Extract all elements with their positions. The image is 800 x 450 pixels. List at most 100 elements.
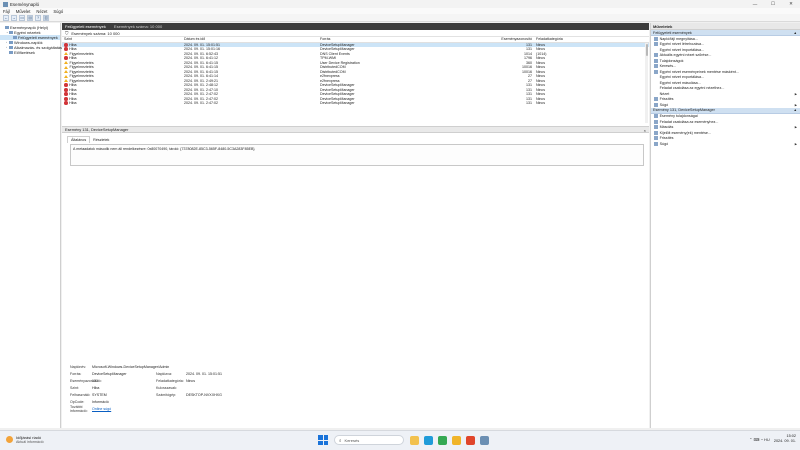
help-icon[interactable]: ? — [35, 14, 41, 21]
grid-scrollbar[interactable] — [645, 43, 648, 123]
eventviewer-icon[interactable] — [480, 435, 489, 445]
section-title: Esemény 131, DeviceSetupManager — [653, 108, 715, 112]
collapse-icon[interactable]: ▲ — [794, 108, 797, 112]
action-label: Esemény tulajdonságai — [659, 114, 698, 119]
value-log-name: Microsoft-Windows-DeviceSetupManager/Adm… — [92, 364, 170, 369]
warning-icon — [64, 52, 68, 56]
panel-icon[interactable]: ▥ — [43, 14, 49, 21]
filter-text: Események száma: 10 000 — [71, 30, 120, 36]
detail-header: Esemény 131, DeviceSetupManager × — [62, 127, 649, 133]
value-user: SYSTEM — [92, 392, 107, 397]
action-icon — [654, 125, 658, 130]
action-label: Keresés... — [659, 64, 677, 69]
event-grid: Szint Dátum és idő Forrás Eseményazonosí… — [62, 37, 649, 127]
navigation-tree: Eseménynapló (Helyi) ⌄ Egyéni nézetek Felüg… — [0, 23, 73, 428]
tab-details[interactable]: Részletek — [90, 137, 112, 143]
submenu-arrow-icon: ▶ — [794, 125, 797, 130]
value-opcode: Információ — [92, 399, 109, 404]
column-level[interactable]: Szint — [62, 37, 184, 42]
search-placeholder: Keresés — [344, 437, 360, 443]
label-level: Szint: — [70, 385, 79, 390]
column-event-id[interactable]: Eseményazonosító — [500, 37, 536, 42]
action-label: Frissítés — [659, 136, 674, 141]
actions-pane: Műveletek Felügyeleti események ▲ Napló/… — [650, 23, 800, 428]
label-computer: Számítógép: — [156, 392, 177, 397]
warning-icon — [64, 79, 68, 83]
brave-icon[interactable] — [466, 435, 475, 445]
table-row[interactable]: Hiba 2024. 09. 01. 2:47:02 DeviceSetupMana… — [62, 101, 649, 106]
online-help-link[interactable]: Online súgó — [92, 407, 111, 411]
collapse-icon[interactable]: ▲ — [794, 31, 797, 35]
tree-node[interactable]: Előfizetések — [0, 50, 60, 55]
tab-general[interactable]: Általános — [67, 136, 91, 143]
error-icon — [64, 87, 68, 92]
label-logged: Naplózva: — [156, 371, 172, 376]
close-icon[interactable]: × — [644, 128, 646, 133]
value-task-category: Nincs — [186, 378, 195, 383]
properties-icon[interactable]: ▤ — [27, 14, 33, 21]
event-count: Események száma: 10 000 — [113, 24, 163, 29]
submenu-arrow-icon: ▶ — [794, 91, 797, 96]
back-icon[interactable]: ← — [3, 14, 9, 21]
close-icon[interactable]: ✕ — [782, 0, 800, 8]
weather-widget[interactable]: Időjárási riadó Aktuál információ — [6, 435, 44, 444]
action-label: Egyéni nézet exportálása... — [659, 75, 705, 80]
label-more-info: További információ: — [70, 404, 88, 413]
error-icon — [64, 42, 68, 47]
minimize-icon[interactable]: — — [746, 0, 764, 8]
taskbar-search[interactable]: ⌕ Keresés — [334, 435, 404, 445]
forward-icon[interactable]: → — [11, 14, 17, 21]
action-icon — [654, 92, 658, 96]
warning-icon — [64, 70, 68, 74]
label-user: Felhasználó: — [70, 392, 91, 397]
cell-source: DeviceSetupManager — [320, 101, 355, 105]
filter-icon: ⛉ — [65, 30, 69, 36]
menu-file[interactable]: Fájl — [3, 9, 10, 14]
error-icon — [64, 56, 68, 61]
clock[interactable]: 15:02 2024. 09. 01. — [774, 434, 796, 444]
action-icon — [654, 48, 658, 52]
action-label: Tulajdonságok — [659, 58, 684, 63]
folder-icon — [5, 25, 9, 30]
column-date[interactable]: Dátum és idő — [184, 37, 320, 42]
menu-help[interactable]: Súgó — [53, 9, 63, 14]
action-item[interactable]: Súgó ▶ — [651, 141, 800, 147]
action-icon — [654, 114, 658, 119]
label-task-category: Feladatkategória: — [156, 378, 184, 383]
level-text: Hiba — [69, 101, 77, 105]
action-icon — [654, 119, 658, 124]
folder-icon[interactable]: ▭ — [19, 14, 25, 21]
column-category[interactable]: Feladatkategória — [536, 37, 626, 42]
folder-icon[interactable] — [452, 435, 461, 445]
action-label: Egyéni nézet másolása... — [659, 80, 701, 85]
action-icon — [654, 42, 658, 47]
edge-icon[interactable] — [424, 435, 433, 445]
action-label: Egyéni nézet létrehozása... — [659, 42, 705, 47]
explorer-icon[interactable] — [410, 435, 419, 445]
menu-action[interactable]: Művelet — [16, 9, 31, 14]
error-icon — [64, 47, 68, 52]
cell-date: 2024. 09. 01. 2:47:02 — [184, 101, 218, 105]
scrollbar-thumb[interactable] — [645, 44, 648, 56]
folder-icon — [9, 50, 13, 55]
column-source[interactable]: Forrás — [320, 37, 500, 42]
event-message: A metaadatok második nem áll rendelkezés… — [70, 144, 644, 166]
maximize-icon[interactable]: ☐ — [764, 0, 782, 8]
start-icon[interactable] — [318, 435, 328, 445]
action-icon — [654, 97, 658, 102]
action-icon — [654, 58, 658, 63]
tray-icons[interactable]: ⌃ ⌨ ◔ HU — [749, 437, 770, 442]
menu-view[interactable]: Nézet — [36, 9, 47, 14]
chrome-icon[interactable] — [438, 435, 447, 445]
label-opcode: OpCode: — [70, 399, 85, 404]
submenu-arrow-icon: ▶ — [794, 141, 797, 146]
action-icon — [654, 102, 658, 107]
action-label: Másolás — [659, 125, 674, 130]
window-controls: — ☐ ✕ — [746, 0, 800, 8]
actions-header: Műveletek — [651, 23, 800, 30]
clock-date: 2024. 09. 01. — [773, 439, 796, 443]
cell-event-id: 131 — [526, 101, 532, 105]
action-label: Egyéni nézet importálása... — [659, 47, 705, 52]
action-icon — [654, 64, 658, 69]
taskbar: Időjárási riadó Aktuál információ ⌕ Kere… — [0, 430, 800, 450]
